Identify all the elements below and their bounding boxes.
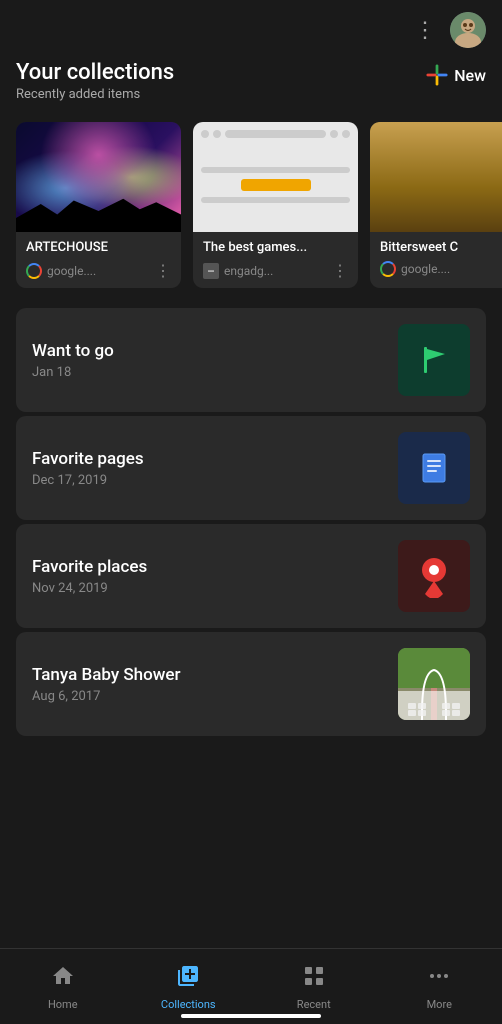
nav-home-label: Home — [48, 998, 78, 1011]
document-icon — [415, 449, 453, 487]
collection-want-to-go-title: Want to go — [32, 341, 114, 361]
collection-favorite-pages-title: Favorite pages — [32, 449, 144, 469]
card-artechouse-source: google.... — [26, 263, 96, 279]
card-best-games[interactable]: The best games... engadg... ⋮ — [193, 122, 358, 288]
nav-more-label: More — [427, 998, 452, 1011]
card-bittersweet[interactable]: Bittersweet C google.... — [370, 122, 502, 288]
plus-icon — [426, 64, 448, 86]
page-header: Your collections Recently added items Ne… — [0, 56, 502, 110]
top-bar: ⋮ — [0, 0, 502, 56]
card-artechouse-more[interactable]: ⋮ — [155, 261, 171, 280]
google-icon-2 — [380, 261, 396, 277]
browser-content — [201, 146, 350, 224]
recent-icon — [302, 964, 326, 994]
collection-want-to-go[interactable]: Want to go Jan 18 — [16, 308, 486, 412]
nav-home[interactable]: Home — [0, 954, 126, 1011]
nav-collections[interactable]: Collections — [126, 954, 252, 1011]
card-best-games-more[interactable]: ⋮ — [332, 261, 348, 280]
collection-favorite-pages-date: Dec 17, 2019 — [32, 473, 144, 488]
home-icon — [51, 964, 75, 994]
card-artechouse[interactable]: ARTECHOUSE google.... ⋮ — [16, 122, 181, 288]
card-bittersweet-meta: google.... — [380, 261, 502, 277]
baby-shower-photo — [398, 648, 470, 720]
browser-line-1 — [201, 167, 350, 173]
recent-cards-section: ARTECHOUSE google.... ⋮ — [0, 110, 502, 300]
browser-dot-3 — [330, 130, 338, 138]
card-best-games-footer: The best games... engadg... ⋮ — [193, 232, 358, 288]
collection-favorite-places-thumb — [398, 540, 470, 612]
collection-baby-shower-title: Tanya Baby Shower — [32, 665, 181, 685]
browser-button — [241, 179, 311, 191]
pin-icon — [415, 554, 453, 598]
browser-dot-2 — [213, 130, 221, 138]
collection-want-to-go-thumb — [398, 324, 470, 396]
card-bittersweet-title: Bittersweet C — [380, 240, 502, 255]
card-bittersweet-image — [370, 122, 502, 232]
card-artechouse-source-text: google.... — [47, 264, 96, 278]
browser-line-2 — [201, 197, 350, 203]
collections-icon — [176, 964, 200, 994]
new-collection-button[interactable]: New — [426, 60, 486, 90]
nav-more[interactable]: More — [377, 954, 502, 1011]
collection-baby-shower-date: Aug 6, 2017 — [32, 689, 181, 704]
card-bittersweet-footer: Bittersweet C google.... — [370, 232, 502, 285]
collection-baby-shower-thumb — [398, 648, 470, 720]
card-artechouse-image — [16, 122, 181, 232]
collection-favorite-places-title: Favorite places — [32, 557, 147, 577]
collection-want-to-go-date: Jan 18 — [32, 365, 114, 380]
header-left: Your collections Recently added items — [16, 60, 174, 102]
avatar-image — [450, 12, 486, 48]
nav-recent-label: Recent — [297, 998, 331, 1011]
page-title: Your collections — [16, 60, 174, 85]
card-best-games-source-text: engadg... — [224, 264, 273, 278]
flag-icon — [415, 341, 453, 379]
browser-dot-1 — [201, 130, 209, 138]
collection-baby-shower-info: Tanya Baby Shower Aug 6, 2017 — [32, 665, 181, 704]
nav-collections-label: Collections — [161, 998, 216, 1011]
collection-favorite-places[interactable]: Favorite places Nov 24, 2019 — [16, 524, 486, 628]
collection-baby-shower[interactable]: Tanya Baby Shower Aug 6, 2017 — [16, 632, 486, 736]
collection-favorite-pages[interactable]: Favorite pages Dec 17, 2019 — [16, 416, 486, 520]
engadget-icon — [203, 263, 219, 279]
collection-want-to-go-info: Want to go Jan 18 — [32, 341, 114, 380]
card-artechouse-footer: ARTECHOUSE google.... ⋮ — [16, 232, 181, 288]
collection-favorite-pages-thumb — [398, 432, 470, 504]
more-icon — [427, 964, 451, 994]
nav-recent[interactable]: Recent — [251, 954, 377, 1011]
collection-favorite-places-info: Favorite places Nov 24, 2019 — [32, 557, 147, 596]
header-subtitle: Recently added items — [16, 87, 174, 102]
browser-search-bar — [225, 130, 326, 138]
collection-favorite-places-date: Nov 24, 2019 — [32, 581, 147, 596]
avatar[interactable] — [450, 12, 486, 48]
card-best-games-meta: engadg... ⋮ — [203, 261, 348, 280]
collection-favorite-pages-info: Favorite pages Dec 17, 2019 — [32, 449, 144, 488]
new-button-label: New — [454, 66, 486, 85]
bottom-nav: Home Collections Recent — [0, 948, 502, 1024]
card-artechouse-title: ARTECHOUSE — [26, 240, 171, 255]
card-best-games-image — [193, 122, 358, 232]
card-artechouse-meta: google.... ⋮ — [26, 261, 171, 280]
card-bittersweet-source-text: google.... — [401, 262, 450, 276]
overflow-menu-icon[interactable]: ⋮ — [414, 18, 438, 43]
card-best-games-title: The best games... — [203, 240, 348, 255]
browser-dot-4 — [342, 130, 350, 138]
card-bittersweet-source: google.... — [380, 261, 450, 277]
browser-bar — [201, 130, 350, 138]
home-bar — [181, 1014, 321, 1018]
silhouette — [16, 197, 181, 232]
google-icon — [26, 263, 42, 279]
card-best-games-source: engadg... — [203, 263, 273, 279]
collections-list: Want to go Jan 18 Favorite pages Dec 17,… — [0, 300, 502, 744]
